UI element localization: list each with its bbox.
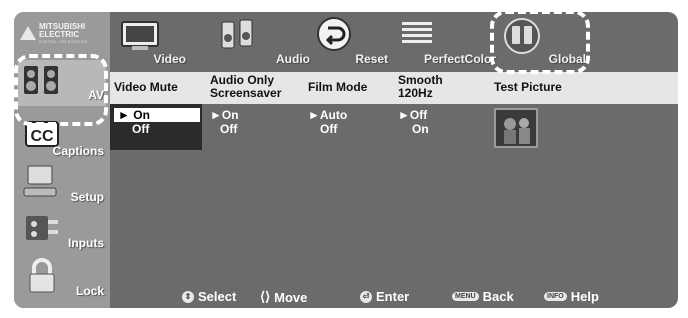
sidebar-item-label: Captions [52, 144, 104, 158]
sidebar-item-inputs[interactable]: Inputs [18, 208, 106, 254]
sidebar-item-label: Lock [75, 284, 104, 298]
hint-enter: ⏎ Enter [360, 289, 409, 304]
sidebar-item-label: Inputs [68, 236, 104, 250]
column-header-test-picture: Test Picture [494, 80, 562, 94]
tab-reset[interactable]: Reset [314, 16, 388, 66]
test-picture-image [496, 110, 536, 146]
hint-label: Enter [376, 289, 410, 304]
color-bars-icon [402, 22, 432, 43]
monitor-keyboard-icon [23, 165, 57, 197]
hint-label: Move [274, 289, 308, 305]
sidebar-item-label: Setup [70, 190, 104, 204]
diamond-logo-icon [20, 26, 36, 40]
option-video-mute-on[interactable]: ► On [114, 108, 200, 122]
option-film-mode-auto[interactable]: ►Auto [308, 108, 347, 122]
column-header-smooth-120hz: Smooth 120Hz [398, 74, 443, 100]
option-label: Off [409, 108, 428, 122]
option-label: On [221, 108, 239, 122]
settings-header-row: Video Mute Audio Only Screensaver Film M… [110, 72, 678, 104]
enter-icon: ⏎ [360, 290, 372, 303]
svg-text:CC: CC [30, 128, 54, 145]
option-smooth-on[interactable]: On [412, 122, 429, 136]
test-picture-thumbnail[interactable] [494, 108, 538, 148]
option-screensaver-off[interactable]: Off [220, 122, 237, 136]
header-line: 120Hz [398, 86, 433, 100]
option-smooth-off[interactable]: ►Off [398, 108, 427, 122]
column-header-film-mode: Film Mode [308, 80, 368, 94]
sidebar-item-lock[interactable]: Lock [18, 256, 106, 302]
tv-icon [121, 21, 159, 50]
option-video-mute-off[interactable]: Off [132, 122, 149, 136]
header-line: Screensaver [210, 86, 282, 100]
option-screensaver-on[interactable]: ►On [210, 108, 239, 122]
tab-audio[interactable]: Audio [218, 16, 310, 66]
selector-arrow-icon: ► [118, 108, 130, 122]
plug-icon [26, 216, 58, 240]
selector-arrow-icon: ► [308, 108, 320, 122]
tab-video[interactable]: Video [118, 16, 186, 66]
highlight-sidebar-av [14, 54, 108, 126]
tab-label: Video [153, 52, 186, 66]
hint-back: MENU Back [452, 289, 514, 304]
bottom-hint-bar: ⇕ Select ⟨⟩ Move ⏎ Enter MENU Back INFO … [110, 288, 678, 308]
hint-label: Back [482, 289, 514, 304]
hint-move: ⟨⟩ Move [260, 289, 307, 305]
tab-perfectcolor[interactable]: PerfectColor [400, 16, 496, 66]
brand-tagline: DIGITAL TELEVISION [39, 38, 88, 44]
hint-label: Help [570, 289, 599, 304]
hint-help: INFO Help [544, 289, 599, 304]
arrows-icon: ⟨⟩ [260, 289, 271, 304]
hint-label: Select [198, 289, 237, 304]
column-header-audio-only-screensaver: Audio Only Screensaver [210, 74, 281, 100]
info-key-icon: INFO [544, 292, 567, 301]
padlock-icon [29, 258, 55, 293]
tab-label: Reset [355, 52, 388, 66]
brand-logo: MITSUBISHI ELECTRIC DIGITAL TELEVISION [20, 18, 104, 48]
option-film-mode-off[interactable]: Off [320, 122, 337, 136]
speaker-pair-icon [221, 19, 253, 49]
option-label: Auto [319, 108, 348, 122]
selector-arrow-icon: ► [210, 108, 222, 122]
column-header-video-mute: Video Mute [114, 80, 178, 94]
highlight-tab-global [490, 10, 590, 74]
option-label: On [133, 108, 150, 122]
updown-icon: ⇕ [182, 290, 194, 303]
hint-select: ⇕ Select [182, 289, 236, 304]
brand-name: MITSUBISHI ELECTRIC [39, 21, 86, 39]
selector-arrow-icon: ► [398, 108, 410, 122]
tab-label: Audio [276, 52, 310, 66]
tab-label: PerfectColor [423, 52, 496, 66]
reset-arrow-icon [317, 17, 351, 51]
top-menu: Video Audio Reset PerfectColor Global [110, 12, 678, 68]
menu-key-icon: MENU [452, 292, 479, 301]
sidebar-item-setup[interactable]: Setup [18, 162, 106, 208]
